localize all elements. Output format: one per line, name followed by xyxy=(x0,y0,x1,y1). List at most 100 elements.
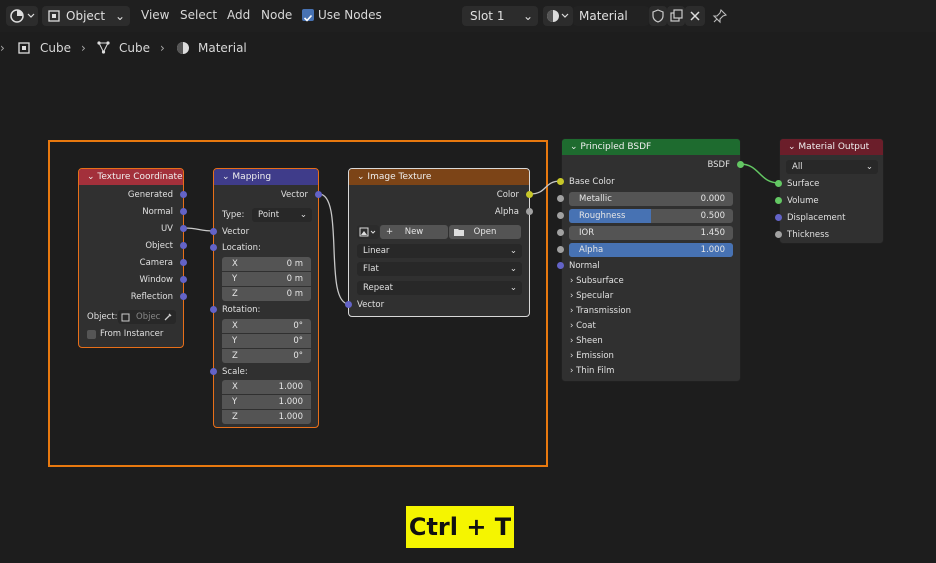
location-x-field[interactable]: X0 m xyxy=(222,257,311,271)
socket-normal-in[interactable] xyxy=(557,262,564,269)
image-browse-button[interactable] xyxy=(357,225,379,239)
extension-dropdown[interactable]: Repeat ⌄ xyxy=(357,281,522,295)
socket-mapping-out[interactable] xyxy=(315,191,322,198)
output-camera: Camera xyxy=(139,258,173,268)
scale-x-field[interactable]: X 1.000 xyxy=(222,380,311,394)
object-placeholder: Objec xyxy=(136,312,161,322)
shortcut-overlay: Ctrl + T xyxy=(406,506,514,548)
alpha-slider[interactable]: Alpha 1.000 xyxy=(569,243,733,257)
node-header[interactable]: ⌄ Image Texture xyxy=(349,169,529,185)
collapse-icon[interactable]: ⌄ xyxy=(87,172,95,182)
panel-transmission[interactable]: › Transmission xyxy=(570,306,631,316)
object-picker[interactable]: Objec xyxy=(118,310,176,324)
socket-displacement[interactable] xyxy=(775,214,782,221)
node-header[interactable]: ⌄ Texture Coordinate xyxy=(79,169,183,185)
render-target-dropdown[interactable]: All ⌄ xyxy=(786,160,878,174)
rotation-y-field[interactable]: Y 0° xyxy=(222,334,311,348)
rotation-label: Rotation: xyxy=(222,305,261,315)
input-displacement: Displacement xyxy=(787,213,846,223)
texture-coordinate-node[interactable]: ⌄ Texture Coordinate Generated Normal UV… xyxy=(78,168,184,348)
socket-object[interactable] xyxy=(180,242,187,249)
location-z-field[interactable]: Z0 m xyxy=(222,287,311,301)
collapse-icon[interactable]: ⌄ xyxy=(222,172,230,182)
socket-image-alpha[interactable] xyxy=(526,208,533,215)
new-label: New xyxy=(404,227,424,237)
socket-location[interactable] xyxy=(210,244,217,251)
node-title: Texture Coordinate xyxy=(97,172,183,182)
socket-ior[interactable] xyxy=(557,229,564,236)
socket-image-vector[interactable] xyxy=(345,301,352,308)
roughness-slider[interactable]: Roughness 0.500 xyxy=(569,209,733,223)
socket-uv[interactable] xyxy=(180,225,187,232)
scale-y-field[interactable]: Y 1.000 xyxy=(222,395,311,409)
material-output-node[interactable]: ⌄ Material Output All ⌄ Surface Volume Di… xyxy=(779,138,884,244)
new-image-button[interactable]: + New xyxy=(380,225,448,239)
ior-field[interactable]: IOR 1.450 xyxy=(569,226,733,240)
output-bsdf: BSDF xyxy=(707,160,730,170)
panel-subsurface[interactable]: › Subsurface xyxy=(570,276,624,286)
collapse-icon[interactable]: ⌄ xyxy=(357,172,365,182)
socket-alpha[interactable] xyxy=(557,246,564,253)
rotation-x-field[interactable]: X 0° xyxy=(222,319,311,333)
projection-dropdown[interactable]: Flat ⌄ xyxy=(357,262,522,276)
output-reflection: Reflection xyxy=(130,292,173,302)
node-header[interactable]: ⌄ Mapping xyxy=(214,169,318,185)
socket-normal[interactable] xyxy=(180,208,187,215)
principled-bsdf-node[interactable]: ⌄ Principled BSDF BSDF Base Color Metall… xyxy=(561,138,741,382)
output-window: Window xyxy=(139,275,173,285)
input-normal: Normal xyxy=(569,261,600,271)
image-texture-node[interactable]: ⌄ Image Texture Color Alpha + New Open L… xyxy=(348,168,530,317)
socket-scale[interactable] xyxy=(210,368,217,375)
panel-emission[interactable]: › Emission xyxy=(570,351,614,361)
panel-sheen[interactable]: › Sheen xyxy=(570,336,603,346)
socket-base-color[interactable] xyxy=(557,178,564,185)
open-image-button[interactable]: Open xyxy=(449,225,521,239)
socket-roughness[interactable] xyxy=(557,212,564,219)
scale-z-field[interactable]: Z 1.000 xyxy=(222,410,311,424)
socket-window[interactable] xyxy=(180,276,187,283)
input-base-color: Base Color xyxy=(569,177,615,187)
from-instancer-checkbox[interactable] xyxy=(87,330,96,339)
input-surface: Surface xyxy=(787,179,820,189)
location-y-field[interactable]: Y0 m xyxy=(222,272,311,286)
panel-thin-film[interactable]: › Thin Film xyxy=(570,366,614,376)
panel-coat[interactable]: › Coat xyxy=(570,321,596,331)
socket-thickness[interactable] xyxy=(775,231,782,238)
socket-reflection[interactable] xyxy=(180,293,187,300)
collapse-icon[interactable]: ⌄ xyxy=(570,142,578,152)
socket-image-color[interactable] xyxy=(526,191,533,198)
socket-rotation[interactable] xyxy=(210,306,217,313)
socket-metallic[interactable] xyxy=(557,195,564,202)
metallic-field[interactable]: Metallic 0.000 xyxy=(569,192,733,206)
image-icon xyxy=(359,227,376,237)
socket-mapping-vector[interactable] xyxy=(210,228,217,235)
render-target-value: All xyxy=(792,162,803,172)
rotation-z-field[interactable]: Z 0° xyxy=(222,349,311,363)
socket-volume[interactable] xyxy=(775,197,782,204)
node-header[interactable]: ⌄ Principled BSDF xyxy=(562,139,740,155)
chevron-down-icon: ⌄ xyxy=(509,264,517,274)
node-title: Image Texture xyxy=(367,172,432,182)
socket-camera[interactable] xyxy=(180,259,187,266)
socket-bsdf-out[interactable] xyxy=(737,161,744,168)
interpolation-dropdown[interactable]: Linear ⌄ xyxy=(357,244,522,258)
input-thickness: Thickness xyxy=(787,230,830,240)
collapse-icon[interactable]: ⌄ xyxy=(788,142,796,152)
projection-value: Flat xyxy=(363,264,379,274)
interpolation-value: Linear xyxy=(363,246,390,256)
panel-specular[interactable]: › Specular xyxy=(570,291,613,301)
output-alpha: Alpha xyxy=(494,207,519,217)
object-icon xyxy=(121,313,130,322)
type-dropdown[interactable]: Point ⌄ xyxy=(252,208,312,222)
socket-generated[interactable] xyxy=(180,191,187,198)
node-title: Mapping xyxy=(232,172,272,182)
from-instancer-label: From Instancer xyxy=(100,329,164,339)
node-header[interactable]: ⌄ Material Output xyxy=(780,139,883,155)
open-label: Open xyxy=(473,227,497,237)
output-color: Color xyxy=(496,190,519,200)
location-label: Location: xyxy=(222,243,261,253)
mapping-node[interactable]: ⌄ Mapping Vector Type: Point ⌄ Vector Loc… xyxy=(213,168,319,428)
socket-surface[interactable] xyxy=(775,180,782,187)
eyedropper-icon[interactable] xyxy=(163,312,173,322)
node-title: Principled BSDF xyxy=(580,142,652,152)
